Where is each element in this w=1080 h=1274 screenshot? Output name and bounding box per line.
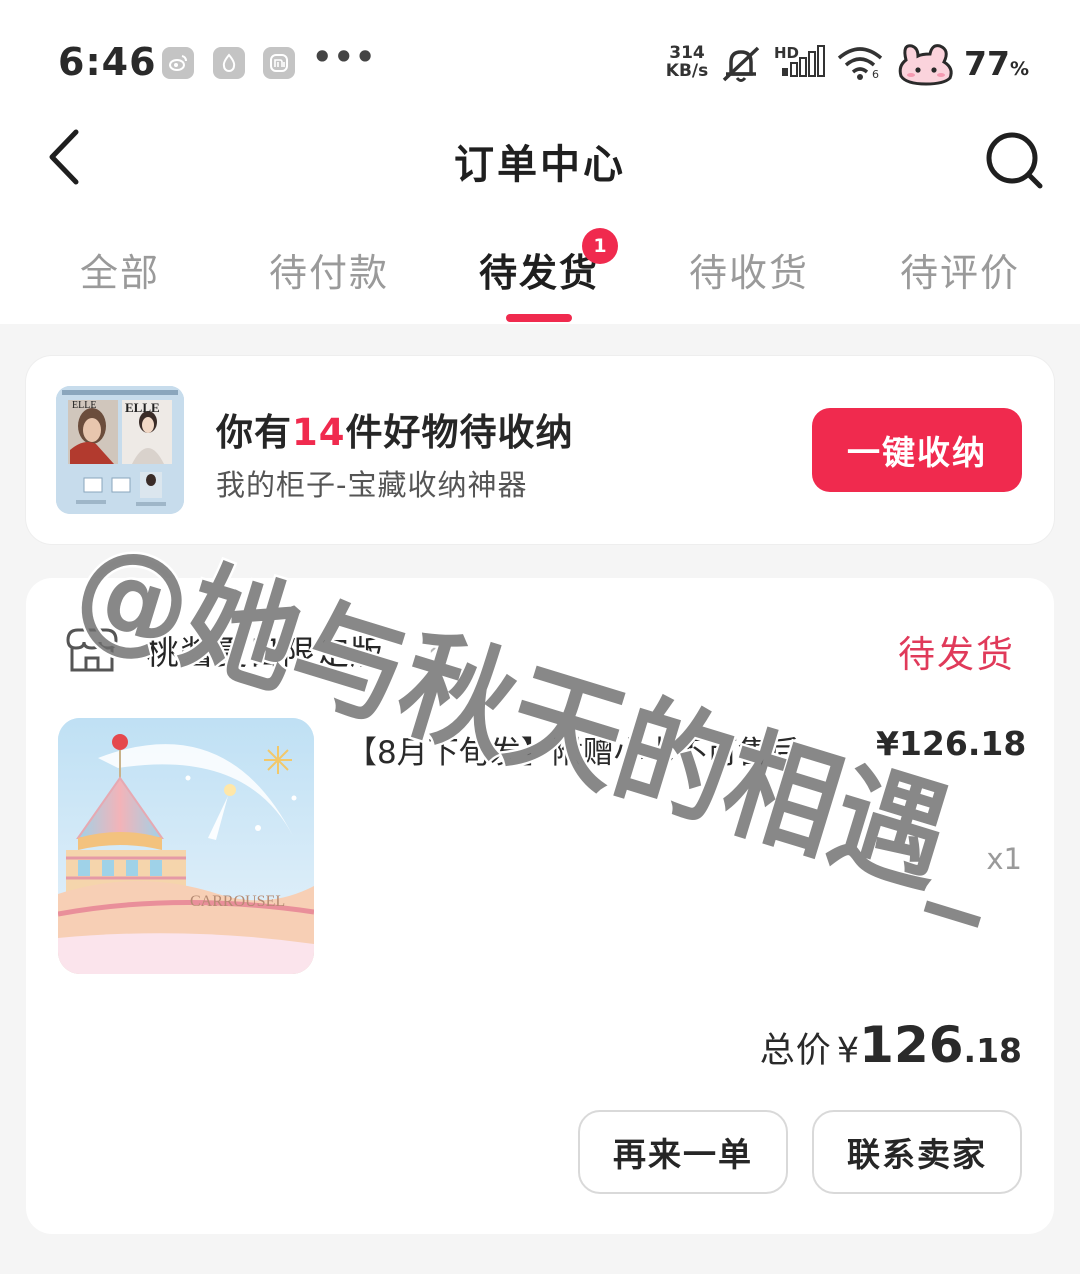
bunny-battery-icon (898, 44, 953, 86)
promo-subtitle: 我的柜子-宝藏收纳神器 (216, 468, 528, 502)
mi-icon (263, 47, 295, 79)
more-notifications-icon: ••• (312, 38, 377, 76)
magazine-collage-image: ELLE ELLE (56, 386, 184, 514)
product-price: ¥126.18 (876, 724, 1027, 763)
wifi-generation: 6 (872, 68, 879, 81)
status-bar: 6:46 ••• 314 KB/s HD 6 77% (0, 0, 1080, 110)
store-icon[interactable] (62, 626, 122, 674)
chevron-right-icon[interactable]: › (428, 628, 440, 663)
order-total: 总价 ¥126.18 (759, 1016, 1022, 1074)
svg-text:ELLE: ELLE (72, 400, 96, 411)
status-time: 6:46 (58, 40, 157, 84)
order-tabs: 全部 待付款 待发货 1 待收货 待评价 (0, 212, 1080, 324)
mute-bell-icon (722, 46, 760, 82)
search-icon (986, 132, 1043, 189)
tab-badge: 1 (582, 228, 618, 264)
promo-thumbnail: ELLE ELLE (56, 386, 184, 514)
tab-all[interactable]: 全部 (20, 242, 220, 297)
order-card: 桃酱夏日限定版 › 待发货 CARROUSEL 【8月下旬发】附赠小卡不可售后 … (26, 578, 1054, 1234)
tab-pending-review[interactable]: 待评价 (860, 242, 1060, 297)
tab-pending-receipt[interactable]: 待收货 (649, 242, 849, 297)
header: 订单中心 (0, 110, 1080, 204)
reorder-button[interactable]: 再来一单 (578, 1110, 788, 1194)
tab-pending-payment[interactable]: 待付款 (229, 242, 429, 297)
pending-item-count: 14 (292, 411, 346, 454)
product-title[interactable]: 【8月下旬发】附赠小卡不可售后 (346, 726, 856, 780)
battery-percent: 77% (964, 44, 1029, 83)
signal-icon (782, 45, 825, 77)
order-status: 待发货 (898, 633, 1015, 676)
store-name[interactable]: 桃酱夏日限定版 (146, 626, 384, 674)
weibo-icon (162, 47, 194, 79)
carousel-artwork: CARROUSEL (58, 718, 314, 974)
svg-text:CARROUSEL: CARROUSEL (190, 893, 285, 910)
svg-text:ELLE: ELLE (125, 400, 160, 415)
network-speed: 314 KB/s (665, 43, 709, 81)
page-title: 订单中心 (454, 142, 626, 188)
product-quantity: x1 (986, 842, 1022, 876)
promo-title: 你有14件好物待收纳 (216, 411, 574, 454)
contact-seller-button[interactable]: 联系卖家 (812, 1110, 1022, 1194)
search-button[interactable] (982, 128, 1048, 194)
active-tab-indicator (506, 314, 572, 322)
storage-promo-card[interactable]: ELLE ELLE 你有14件好物待收纳 我的柜子-宝藏收纳神器 一键收纳 (26, 356, 1054, 544)
one-click-collect-button[interactable]: 一键收纳 (812, 408, 1022, 492)
app-drop-icon (213, 47, 245, 79)
product-image[interactable]: CARROUSEL (58, 718, 314, 974)
